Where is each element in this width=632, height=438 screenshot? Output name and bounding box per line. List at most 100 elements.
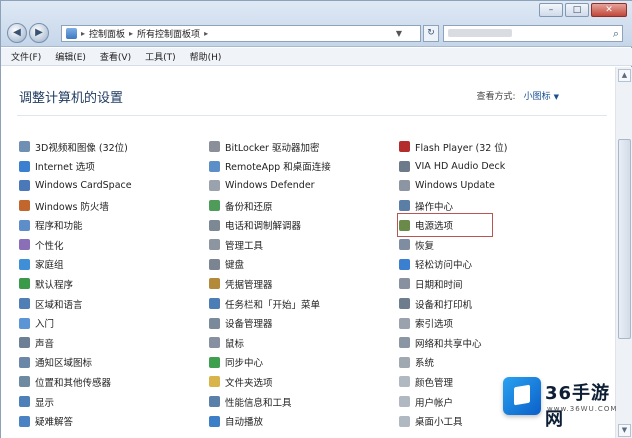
control-panel-item[interactable]: 管理工具 [209,235,331,255]
mouse-icon [209,337,220,349]
menu-file[interactable]: 文件(F) [11,50,41,63]
scrollbar-thumb[interactable] [618,139,631,339]
search-icon[interactable]: ⌕ [613,27,619,41]
control-panel-item[interactable]: Internet 选项 [19,157,132,177]
control-panel-item-label: 显示 [35,397,55,409]
backup-icon [209,200,220,212]
control-panel-item[interactable]: 颜色管理 [399,372,508,392]
menu-view[interactable]: 查看(V) [100,50,131,63]
breadcrumb-separator-icon: ▸ [81,29,86,38]
control-panel-item[interactable]: 轻松访问中心 [399,255,508,275]
control-panel-item[interactable]: 恢复 [399,235,508,255]
printer-icon [399,298,410,310]
phone-icon [209,219,220,231]
homegroup-icon [19,258,30,270]
control-panel-item-label: 系统 [415,358,435,370]
breadcrumb-all-items[interactable]: 所有控制面板项 [137,27,200,40]
control-panel-item[interactable]: 个性化 [19,235,132,255]
taskbar-icon [209,298,220,310]
control-panel-item-label: 索引选项 [415,319,454,331]
control-panel-item[interactable]: Flash Player (32 位) [399,137,508,157]
control-panel-item-label: 程序和功能 [35,221,83,233]
control-panel-item[interactable]: 显示 [19,392,132,412]
divider [17,115,607,116]
control-panel-item[interactable]: 设备和打印机 [399,294,508,314]
chevron-down-icon[interactable]: ▼ [554,93,559,101]
back-button[interactable]: ◀ [7,23,27,43]
menu-tools[interactable]: 工具(T) [145,50,176,63]
window-controls: – □ ✕ [537,3,627,17]
breadcrumb-control-panel[interactable]: 控制面板 [89,27,125,40]
close-button[interactable]: ✕ [591,3,627,17]
control-panel-item[interactable]: VIA HD Audio Deck [399,157,508,177]
control-panel-item-label: 电源选项 [415,221,454,233]
watermark-logo: 36手游网 www.36WU.COM [503,373,627,430]
control-panel-item[interactable]: 3D视频和图像 (32位) [19,137,132,157]
control-panel-item-label: 桌面小工具 [415,417,463,429]
control-panel-item[interactable]: Windows Update [399,176,508,196]
control-panel-item[interactable]: 家庭组 [19,255,132,275]
control-panel-item[interactable]: 电话和调制解调器 [209,215,331,235]
display-icon [19,141,30,153]
control-panel-item-label: 个性化 [35,240,64,252]
control-panel-item-label: Windows Update [415,180,495,192]
control-panel-item[interactable]: 自动播放 [209,411,331,431]
personalize-icon [19,239,30,251]
control-panel-item[interactable]: Windows Defender [209,176,331,196]
control-panel-item[interactable]: BitLocker 驱动器加密 [209,137,331,157]
breadcrumb-separator-icon: ▸ [129,29,134,38]
minimize-button[interactable]: – [539,3,563,17]
recovery-icon [399,239,410,251]
control-panel-item[interactable]: 操作中心 [399,196,508,216]
control-panel-item-label: 自动播放 [225,417,264,429]
control-panel-item-label: 颜色管理 [415,377,454,389]
control-panel-item[interactable]: 鼠标 [209,333,331,353]
search-input[interactable]: ⌕ [443,25,623,42]
control-panel-item[interactable]: 声音 [19,333,132,353]
control-panel-item-label: VIA HD Audio Deck [415,160,506,172]
control-panel-item[interactable]: RemoteApp 和桌面连接 [209,157,331,177]
control-panel-item-label: 用户帐户 [415,397,454,409]
control-panel-item[interactable]: Windows 防火墙 [19,196,132,216]
view-by-dropdown[interactable]: 小图标 [524,92,551,102]
control-panel-item[interactable]: 键盘 [209,255,331,275]
control-panel-item-label: Internet 选项 [35,162,95,174]
menu-help[interactable]: 帮助(H) [190,50,222,63]
refresh-button[interactable]: ↻ [423,25,439,42]
control-panel-item[interactable]: 系统 [399,353,508,373]
control-panel-item[interactable]: 电源选项 [397,213,493,237]
control-panel-item[interactable]: 日期和时间 [399,274,508,294]
control-panel-item[interactable]: 疑难解答 [19,411,132,431]
control-panel-item[interactable]: 凭据管理器 [209,274,331,294]
forward-button[interactable]: ▶ [29,23,49,43]
control-panel-item[interactable]: 性能信息和工具 [209,392,331,412]
maximize-button[interactable]: □ [565,3,589,17]
programs-icon [19,219,30,231]
control-panel-item[interactable]: 网络和共享中心 [399,333,508,353]
address-dropdown-icon[interactable]: ▼ [396,26,402,41]
control-panel-item[interactable]: 通知区域图标 [19,353,132,373]
control-panel-item[interactable]: 入门 [19,313,132,333]
control-panel-item[interactable]: 程序和功能 [19,215,132,235]
control-panel-item[interactable]: 用户帐户 [399,392,508,412]
control-panel-item[interactable]: 备份和还原 [209,196,331,216]
control-panel-item[interactable]: 同步中心 [209,353,331,373]
control-panel-item[interactable]: 位置和其他传感器 [19,372,132,392]
control-panel-item[interactable]: 区域和语言 [19,294,132,314]
bitlocker-icon [209,141,220,153]
control-panel-item[interactable]: 任务栏和「开始」菜单 [209,294,331,314]
menu-edit[interactable]: 编辑(E) [55,50,86,63]
address-bar[interactable]: ▸ 控制面板 ▸ 所有控制面板项 ▸ ▼ [61,25,421,42]
control-panel-item[interactable]: Windows CardSpace [19,176,132,196]
control-panel-item[interactable]: 设备管理器 [209,313,331,333]
update-icon [399,180,410,192]
control-panel-item-label: 任务栏和「开始」菜单 [225,299,321,311]
control-panel-item[interactable]: 桌面小工具 [399,411,508,431]
scroll-up-icon[interactable]: ▲ [618,69,631,82]
control-panel-item[interactable]: 默认程序 [19,274,132,294]
control-panel-item[interactable]: 索引选项 [399,313,508,333]
control-panel-item[interactable]: 文件夹选项 [209,372,331,392]
items-column-1: 3D视频和图像 (32位) Internet 选项 Windows CardSpac… [19,137,132,431]
control-panel-item-label: 家庭组 [35,260,64,272]
control-panel-item-label: BitLocker 驱动器加密 [225,142,320,154]
